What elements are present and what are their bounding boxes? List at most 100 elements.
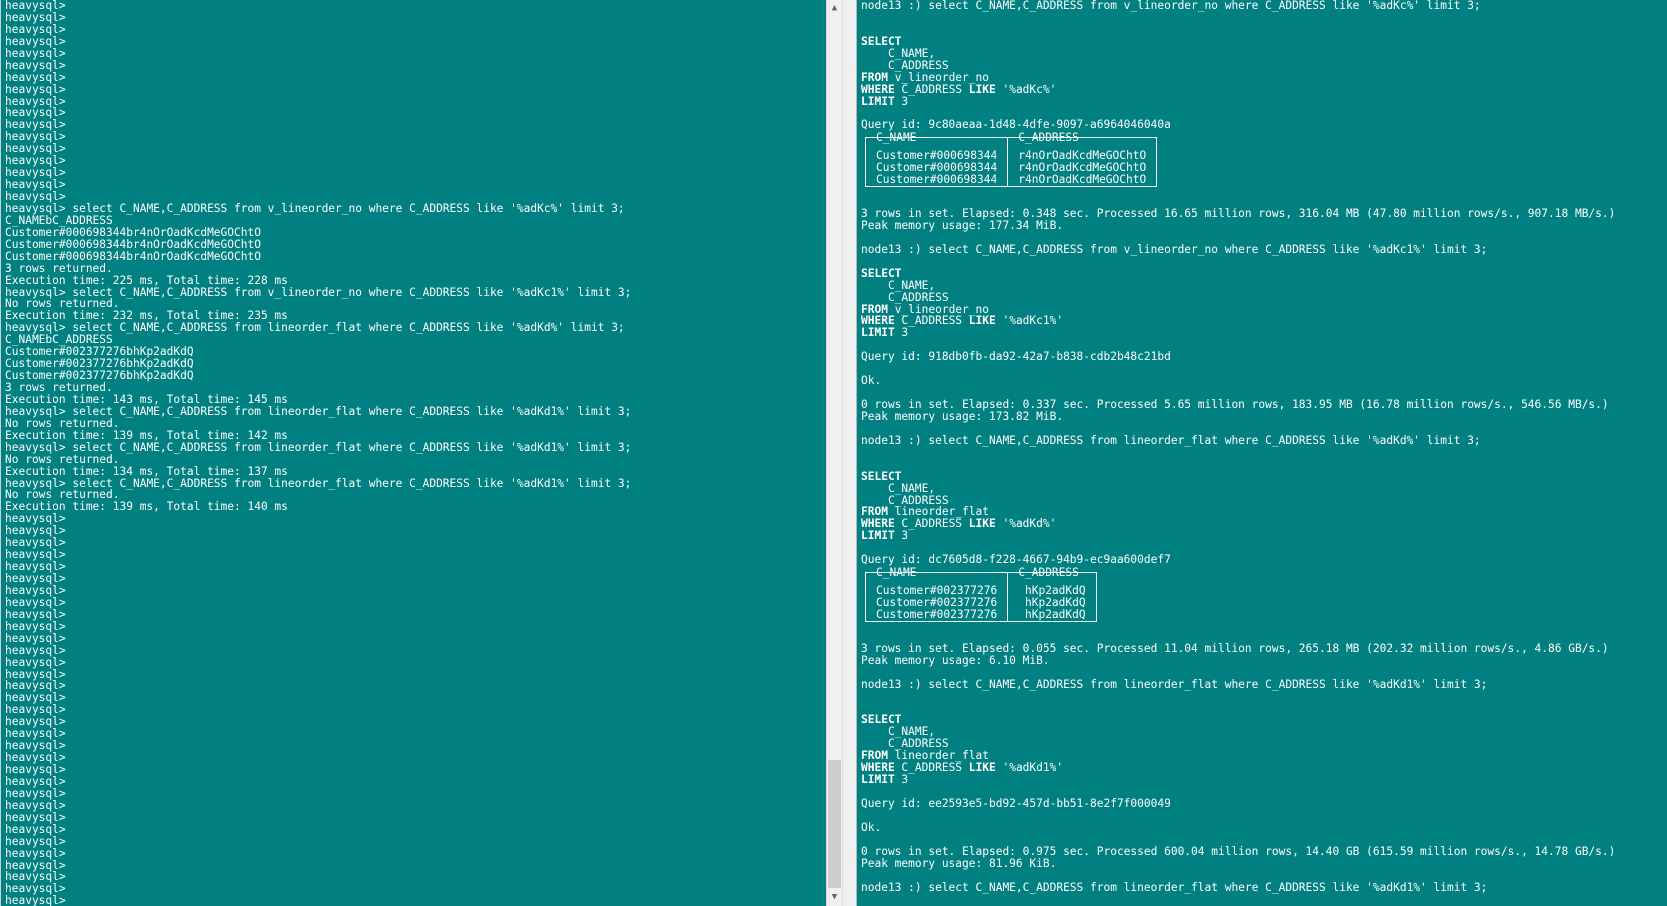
right-terminal-output: node13 :) select C_NAME,C_ADDRESS from v… <box>861 0 1661 894</box>
terminal-line: heavysql> <box>5 763 66 776</box>
terminal-line: heavysql> <box>5 166 66 180</box>
sql-line: C_NAME, <box>861 481 936 495</box>
terminal-line: Customer#000698344br4nOrOadKcdMeGOChtO <box>5 237 261 251</box>
terminal-line: heavysql> <box>5 34 66 48</box>
result-summary-line: 0 rows in set. Elapsed: 0.975 sec. Proce… <box>861 844 1616 858</box>
terminal-line: heavysql> <box>5 691 66 705</box>
sql-line: SELECT <box>861 713 902 727</box>
table-row: Customer#002377276 hKp2adKdQ <box>866 609 1096 621</box>
terminal-line: heavysql> <box>5 858 66 872</box>
command-prompt-line: node13 :) select C_NAME,C_ADDRESS from v… <box>861 242 1488 256</box>
sql-line: C_NAME, <box>861 278 936 292</box>
sql-line: LIMIT 3 <box>861 94 909 108</box>
terminal-line: heavysql> <box>5 548 66 562</box>
terminal-line: heavysql> <box>5 822 66 836</box>
sql-line: LIMIT 3 <box>861 529 909 543</box>
sql-line: WHERE C_ADDRESS LIKE '%adKd%' <box>861 517 1057 531</box>
status-line: Ok. <box>861 374 882 388</box>
sql-line: C_ADDRESS <box>861 58 949 72</box>
terminal-line: heavysql> <box>5 70 66 84</box>
peak-memory-line: Peak memory usage: 81.96 KiB. <box>861 856 1057 870</box>
scrollbar-thumb[interactable] <box>828 760 841 888</box>
query-id-line: Query id: dc7605d8-f228-4667-94b9-ec9aa6… <box>861 553 1171 567</box>
terminal-line: heavysql> <box>5 22 66 36</box>
terminal-line: heavysql> <box>5 572 66 585</box>
table-cell: r4nOrOadKcdMeGOChtO <box>1018 173 1147 187</box>
terminal-line: heavysql> <box>5 0 66 12</box>
peak-memory-line: Peak memory usage: 177.34 MiB. <box>861 218 1064 232</box>
terminal-line: heavysql> <box>5 715 66 729</box>
result-column-header: C_NAME <box>866 567 1009 580</box>
result-table: C_NAME C_ADDRESS Customer#000698344 r4nOrOa… <box>865 132 1158 188</box>
terminal-line: Execution time: 139 ms, Total time: 140 … <box>5 500 288 514</box>
sql-line: SELECT <box>861 34 902 48</box>
terminal-line: No rows returned. <box>5 416 120 430</box>
terminal-line: 3 rows returned. <box>5 261 113 275</box>
terminal-line: heavysql> <box>5 46 66 60</box>
table-cell: Customer#002377276 <box>866 609 1009 621</box>
terminal-line: heavysql> <box>5 106 66 120</box>
query-id-line: Query id: 918db0fb-da92-42a7-b838-cdb2b4… <box>861 350 1171 364</box>
terminal-line: heavysql> <box>5 667 66 681</box>
sql-line: WHERE C_ADDRESS LIKE '%adKc1%' <box>861 314 1064 328</box>
sql-line: C_NAME, <box>861 725 936 739</box>
terminal-line: heavysql> <box>5 10 66 24</box>
terminal-line: heavysql> <box>5 178 66 192</box>
peak-memory-line: Peak memory usage: 6.10 MiB. <box>861 653 1050 667</box>
terminal-line: heavysql> <box>5 643 66 657</box>
table-cell: hKp2adKdQ <box>1018 608 1086 621</box>
terminal-line: heavysql> <box>5 536 66 550</box>
terminal-line: Customer#000698344br4nOrOadKcdMeGOChtO <box>5 249 261 263</box>
result-column-header: C_ADDRESS <box>1018 131 1079 145</box>
table-row: Customer#000698344 r4nOrOadKcdMeGOChtO <box>866 173 1156 187</box>
sql-line: C_ADDRESS <box>861 290 949 304</box>
result-column-header: C_ADDRESS <box>1018 566 1079 580</box>
terminal-line: heavysql> <box>5 607 66 621</box>
terminal-line: heavysql> <box>5 751 66 765</box>
right-terminal-pane[interactable]: node13 :) select C_NAME,C_ADDRESS from v… <box>856 0 1667 906</box>
terminal-line: heavysql> <box>5 595 66 609</box>
scroll-down-arrow-icon[interactable]: ▼ <box>827 889 842 906</box>
terminal-line: Execution time: 225 ms, Total time: 228 … <box>5 273 288 287</box>
terminal-line: heavysql> <box>5 786 66 800</box>
terminal-line: heavysql> <box>5 846 66 860</box>
query-id-line: Query id: ee2593e5-bd92-457d-bb51-8e2f7f… <box>861 797 1171 811</box>
terminal-line: heavysql> <box>5 834 66 848</box>
terminal-line: Customer#000698344br4nOrOadKcdMeGOChtO <box>5 225 261 239</box>
terminal-line: heavysql> <box>5 58 66 72</box>
sql-line: LIMIT 3 <box>861 773 909 787</box>
sql-line: LIMIT 3 <box>861 326 909 340</box>
peak-memory-line: Peak memory usage: 173.82 MiB. <box>861 409 1064 423</box>
command-prompt-line: node13 :) select C_NAME,C_ADDRESS from l… <box>861 880 1488 894</box>
terminal-line: heavysql> <box>5 631 66 645</box>
terminal-line: heavysql> <box>5 583 66 597</box>
command-prompt-line: node13 :) select C_NAME,C_ADDRESS from l… <box>861 677 1488 691</box>
terminal-line: heavysql> <box>5 130 66 144</box>
scroll-up-arrow-icon[interactable]: ▲ <box>827 0 842 17</box>
table-cell: Customer#000698344 <box>866 174 1009 187</box>
result-column-header: C_NAME <box>866 132 1009 145</box>
terminal-line: heavysql> <box>5 882 66 896</box>
sql-line: SELECT <box>861 469 902 483</box>
left-terminal-pane[interactable]: heavysql> heavysql> heavysql> heavysql> heav… <box>0 0 826 906</box>
terminal-line: heavysql> <box>5 619 66 633</box>
terminal-line: heavysql> <box>5 739 66 753</box>
terminal-line: heavysql> <box>5 94 66 108</box>
terminal-line: heavysql> <box>5 894 66 906</box>
status-line: Ok. <box>861 820 882 834</box>
terminal-line: Execution time: 139 ms, Total time: 142 … <box>5 428 288 442</box>
result-table: C_NAME C_ADDRESS Customer#002377276 hKp2ad… <box>865 567 1097 622</box>
query-id-line: Query id: 9c80aeaa-1d48-4dfe-9097-a69640… <box>861 118 1171 132</box>
terminal-line: heavysql> <box>5 524 66 538</box>
terminal-line: heavysql> <box>5 798 66 812</box>
sql-line: C_NAME, <box>861 46 936 60</box>
sql-line: WHERE C_ADDRESS LIKE '%adKd1%' <box>861 761 1064 775</box>
terminal-line: heavysql> <box>5 560 66 574</box>
command-prompt-line: node13 :) select C_NAME,C_ADDRESS from v… <box>861 0 1481 12</box>
pane-divider[interactable] <box>843 0 856 906</box>
terminal-line: heavysql> <box>5 142 66 156</box>
vertical-scrollbar[interactable]: ▲ ▼ <box>826 0 843 906</box>
terminal-line: heavysql> <box>5 679 66 693</box>
terminal-line: heavysql> <box>5 82 66 96</box>
terminal-line: heavysql> <box>5 810 66 824</box>
